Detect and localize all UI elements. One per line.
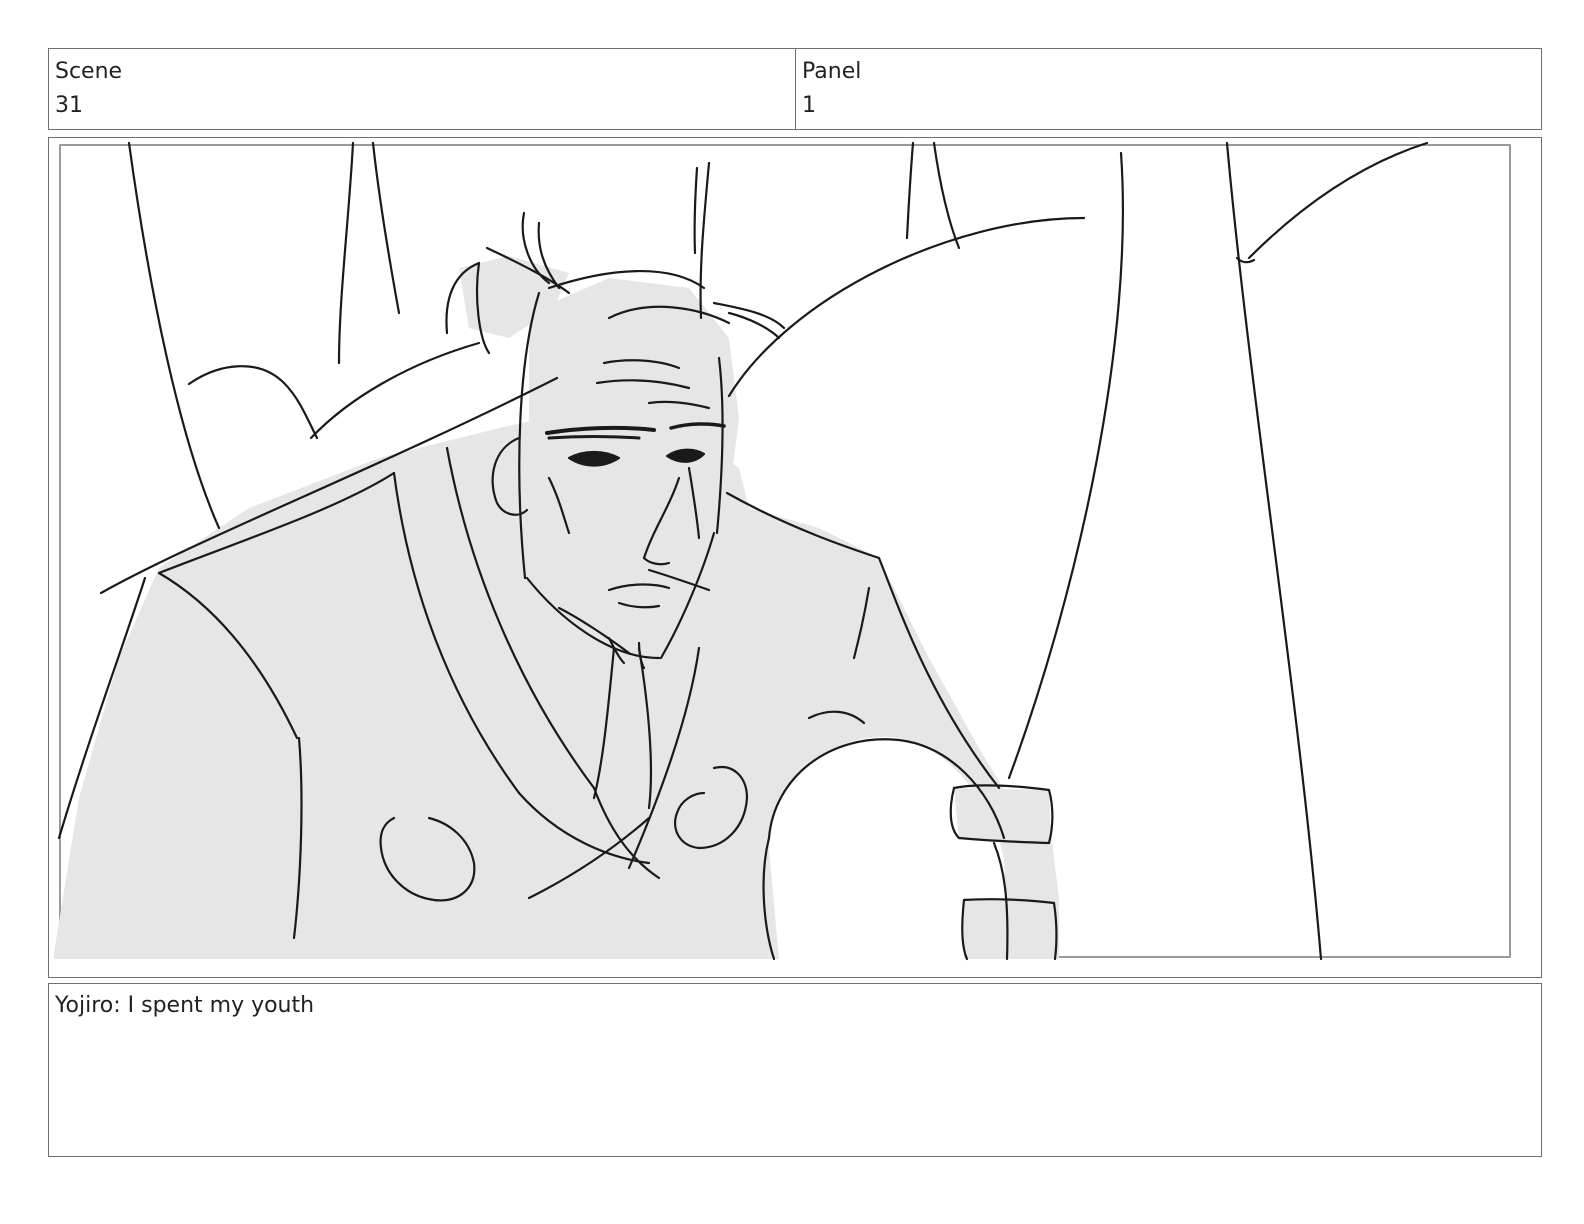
scene-number: 31: [55, 93, 83, 118]
panel-label: Panel: [802, 59, 862, 84]
character-sketch-icon: [54, 141, 1511, 961]
panel-number: 1: [802, 93, 816, 118]
storyboard-drawing: [48, 137, 1542, 978]
panel-header: Scene 31 Panel 1: [48, 48, 1542, 130]
scene-cell: Scene 31: [49, 49, 795, 129]
dialogue-caption: Yojiro: I spent my youth: [48, 983, 1542, 1157]
panel-cell: Panel 1: [795, 49, 1541, 129]
dialogue-text: Yojiro: I spent my youth: [55, 993, 315, 1018]
scene-label: Scene: [55, 59, 123, 84]
